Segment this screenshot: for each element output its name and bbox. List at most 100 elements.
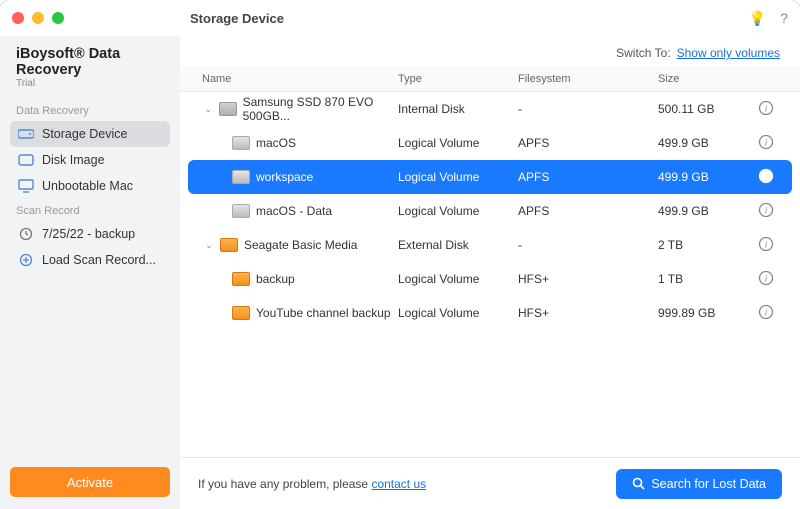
col-name: Name xyxy=(188,73,398,85)
row-size: 499.9 GB xyxy=(658,136,758,150)
row-name: workspace xyxy=(256,170,313,184)
table-header: Name Type Filesystem Size xyxy=(180,66,800,92)
switch-mode-link[interactable]: Show only volumes xyxy=(677,46,780,60)
row-fs: - xyxy=(518,102,658,116)
volume-icon xyxy=(232,136,250,150)
row-size: 2 TB xyxy=(658,238,758,252)
nav-storage-device[interactable]: Storage Device xyxy=(10,121,170,147)
info-icon[interactable]: i xyxy=(758,100,782,119)
info-icon[interactable]: i xyxy=(758,304,782,323)
svg-text:i: i xyxy=(765,205,768,215)
disk-image-icon xyxy=(18,153,34,167)
info-icon[interactable]: i xyxy=(758,134,782,153)
window-controls xyxy=(12,12,190,24)
table-row[interactable]: macOS Logical VolumeAPFS499.9 GB i xyxy=(180,126,800,160)
row-type: Logical Volume xyxy=(398,170,518,184)
info-icon[interactable]: i xyxy=(758,270,782,289)
row-type: Logical Volume xyxy=(398,272,518,286)
contact-link[interactable]: contact us xyxy=(371,477,426,491)
disk-icon xyxy=(220,238,238,252)
table-row[interactable]: ⌄ Samsung SSD 870 EVO 500GB...Internal Di… xyxy=(180,92,800,126)
row-size: 499.9 GB xyxy=(658,170,758,184)
svg-text:i: i xyxy=(765,273,768,283)
col-filesystem: Filesystem xyxy=(518,73,658,85)
disk-icon xyxy=(219,102,237,116)
row-fs: HFS+ xyxy=(518,306,658,320)
hint-icon[interactable]: 💡 xyxy=(749,10,766,27)
nav-label: 7/25/22 - backup xyxy=(42,227,135,241)
unbootable-mac-icon xyxy=(18,179,34,193)
row-fs: APFS xyxy=(518,170,658,184)
nav-load-scan-record[interactable]: Load Scan Record... xyxy=(10,247,170,273)
row-fs: APFS xyxy=(518,136,658,150)
row-name: backup xyxy=(256,272,295,286)
nav-unbootable-mac[interactable]: Unbootable Mac xyxy=(10,173,170,199)
table-row[interactable]: workspace Logical VolumeAPFS499.9 GBi xyxy=(188,160,792,194)
row-type: Internal Disk xyxy=(398,102,518,116)
row-type: Logical Volume xyxy=(398,306,518,320)
svg-text:i: i xyxy=(765,103,768,113)
storage-device-icon xyxy=(18,127,34,141)
nav-label: Storage Device xyxy=(42,127,127,141)
switch-to-label: Switch To: xyxy=(616,46,670,60)
device-list: ⌄ Samsung SSD 870 EVO 500GB...Internal Di… xyxy=(180,92,800,330)
minimize-icon[interactable] xyxy=(32,12,44,24)
table-row[interactable]: YouTube channel backup Logical VolumeHFS+… xyxy=(180,296,800,330)
nav-disk-image[interactable]: Disk Image xyxy=(10,147,170,173)
volume-icon xyxy=(232,306,250,320)
row-type: Logical Volume xyxy=(398,204,518,218)
footer: If you have any problem, please contact … xyxy=(180,457,800,509)
svg-text:i: i xyxy=(765,239,768,249)
search-lost-data-button[interactable]: Search for Lost Data xyxy=(616,469,782,499)
volume-icon xyxy=(232,170,250,184)
row-size: 499.9 GB xyxy=(658,204,758,218)
row-name: macOS - Data xyxy=(256,204,332,218)
volume-icon xyxy=(232,272,250,286)
row-name: YouTube channel backup xyxy=(256,306,391,320)
info-icon[interactable]: i xyxy=(758,202,782,221)
row-size: 500.11 GB xyxy=(658,102,758,116)
search-button-label: Search for Lost Data xyxy=(651,477,766,491)
nav-label: Load Scan Record... xyxy=(42,253,156,267)
info-icon[interactable]: i xyxy=(758,168,782,187)
fullscreen-icon[interactable] xyxy=(52,12,64,24)
nav-label: Disk Image xyxy=(42,153,105,167)
row-type: Logical Volume xyxy=(398,136,518,150)
volume-icon xyxy=(232,204,250,218)
footer-text: If you have any problem, please xyxy=(198,477,371,491)
window-title: Storage Device xyxy=(190,11,749,26)
plus-circle-icon xyxy=(18,253,34,267)
info-icon[interactable]: i xyxy=(758,236,782,255)
sidebar: iBoysoft® Data Recovery Trial Data Recov… xyxy=(0,36,180,509)
table-row[interactable]: ⌄ Seagate Basic Media External Disk-2 TB i xyxy=(180,228,800,262)
app-brand: iBoysoft® Data Recovery xyxy=(10,42,170,78)
table-row[interactable]: backup Logical VolumeHFS+1 TB i xyxy=(180,262,800,296)
chevron-down-icon[interactable]: ⌄ xyxy=(204,104,213,115)
help-icon[interactable]: ? xyxy=(780,10,788,27)
titlebar: Storage Device 💡 ? xyxy=(0,0,800,36)
row-fs: APFS xyxy=(518,204,658,218)
chevron-down-icon[interactable]: ⌄ xyxy=(204,240,214,251)
nav-scan-record-item[interactable]: 7/25/22 - backup xyxy=(10,221,170,247)
col-type: Type xyxy=(398,73,518,85)
content-pane: Switch To: Show only volumes Name Type F… xyxy=(180,36,800,509)
license-status: Trial xyxy=(10,78,170,99)
row-fs: - xyxy=(518,238,658,252)
row-size: 1 TB xyxy=(658,272,758,286)
activate-button[interactable]: Activate xyxy=(10,467,170,497)
section-data-recovery: Data Recovery xyxy=(10,99,170,121)
row-type: External Disk xyxy=(398,238,518,252)
row-name: Samsung SSD 870 EVO 500GB... xyxy=(243,95,398,123)
row-size: 999.89 GB xyxy=(658,306,758,320)
close-icon[interactable] xyxy=(12,12,24,24)
row-name: Seagate Basic Media xyxy=(244,238,357,252)
svg-text:i: i xyxy=(765,137,768,147)
table-row[interactable]: macOS - Data Logical VolumeAPFS499.9 GB i xyxy=(180,194,800,228)
svg-text:i: i xyxy=(765,307,768,317)
clock-icon xyxy=(18,227,34,241)
search-icon xyxy=(632,477,645,490)
row-name: macOS xyxy=(256,136,296,150)
col-size: Size xyxy=(658,73,758,85)
row-fs: HFS+ xyxy=(518,272,658,286)
nav-label: Unbootable Mac xyxy=(42,179,133,193)
